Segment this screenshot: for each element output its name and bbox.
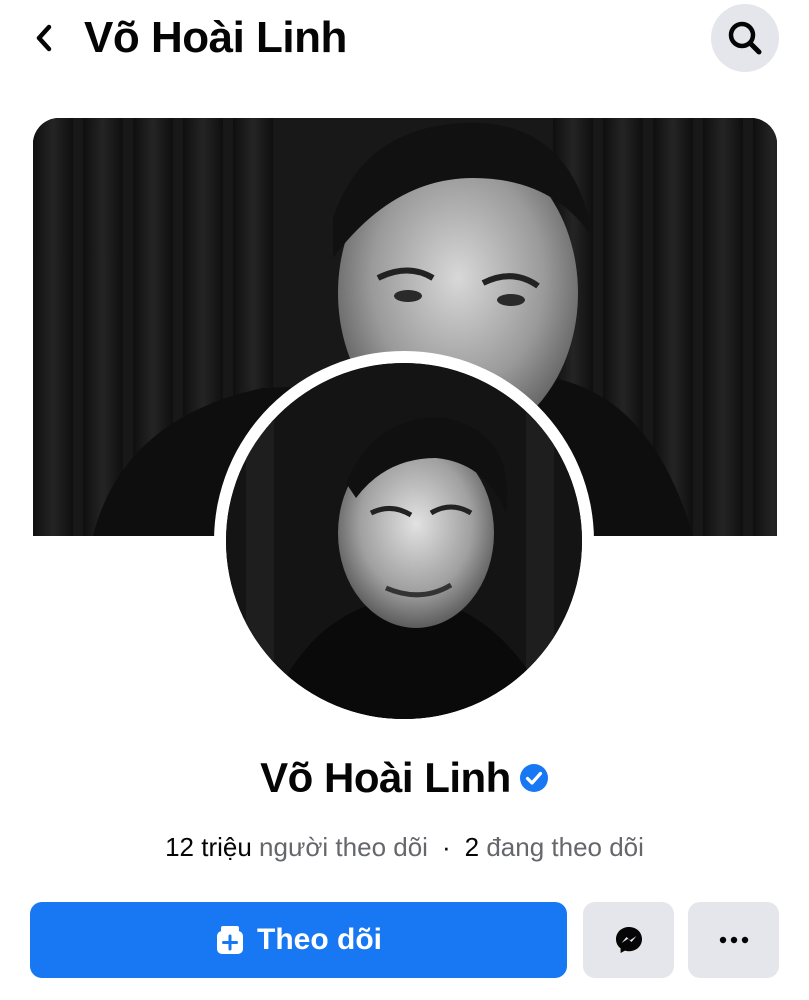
follow-button[interactable]: Theo dõi [30,902,567,978]
messenger-button[interactable] [583,902,674,978]
stats-separator: · [441,832,451,862]
followers-label: người theo dõi [259,832,428,862]
more-dots-icon [719,936,748,944]
profile-name-row: Võ Hoài Linh [0,752,809,804]
chevron-left-icon [36,24,52,52]
messenger-icon [615,927,642,953]
more-options-button[interactable] [688,902,779,978]
follow-stats: 12 triệu người theo dõi · 2 đang theo dõ… [0,830,809,864]
following-stat[interactable]: 2 đang theo dõi [465,830,644,864]
following-count: 2 [464,832,480,862]
followers-count: 12 triệu [165,832,252,862]
profile-photo[interactable] [226,363,582,719]
following-label: đang theo dõi [486,832,644,862]
verified-badge-icon [519,764,548,792]
search-icon [728,21,762,55]
follow-button-label: Theo dõi [257,923,382,956]
follow-plus-icon [217,926,243,954]
back-button[interactable] [24,18,64,58]
followers-stat[interactable]: 12 triệu người theo dõi [165,830,428,864]
top-bar: Võ Hoài Linh [0,0,809,80]
profile-name: Võ Hoài Linh [260,754,511,801]
page-title: Võ Hoài Linh [84,13,347,62]
search-button[interactable] [711,4,779,72]
